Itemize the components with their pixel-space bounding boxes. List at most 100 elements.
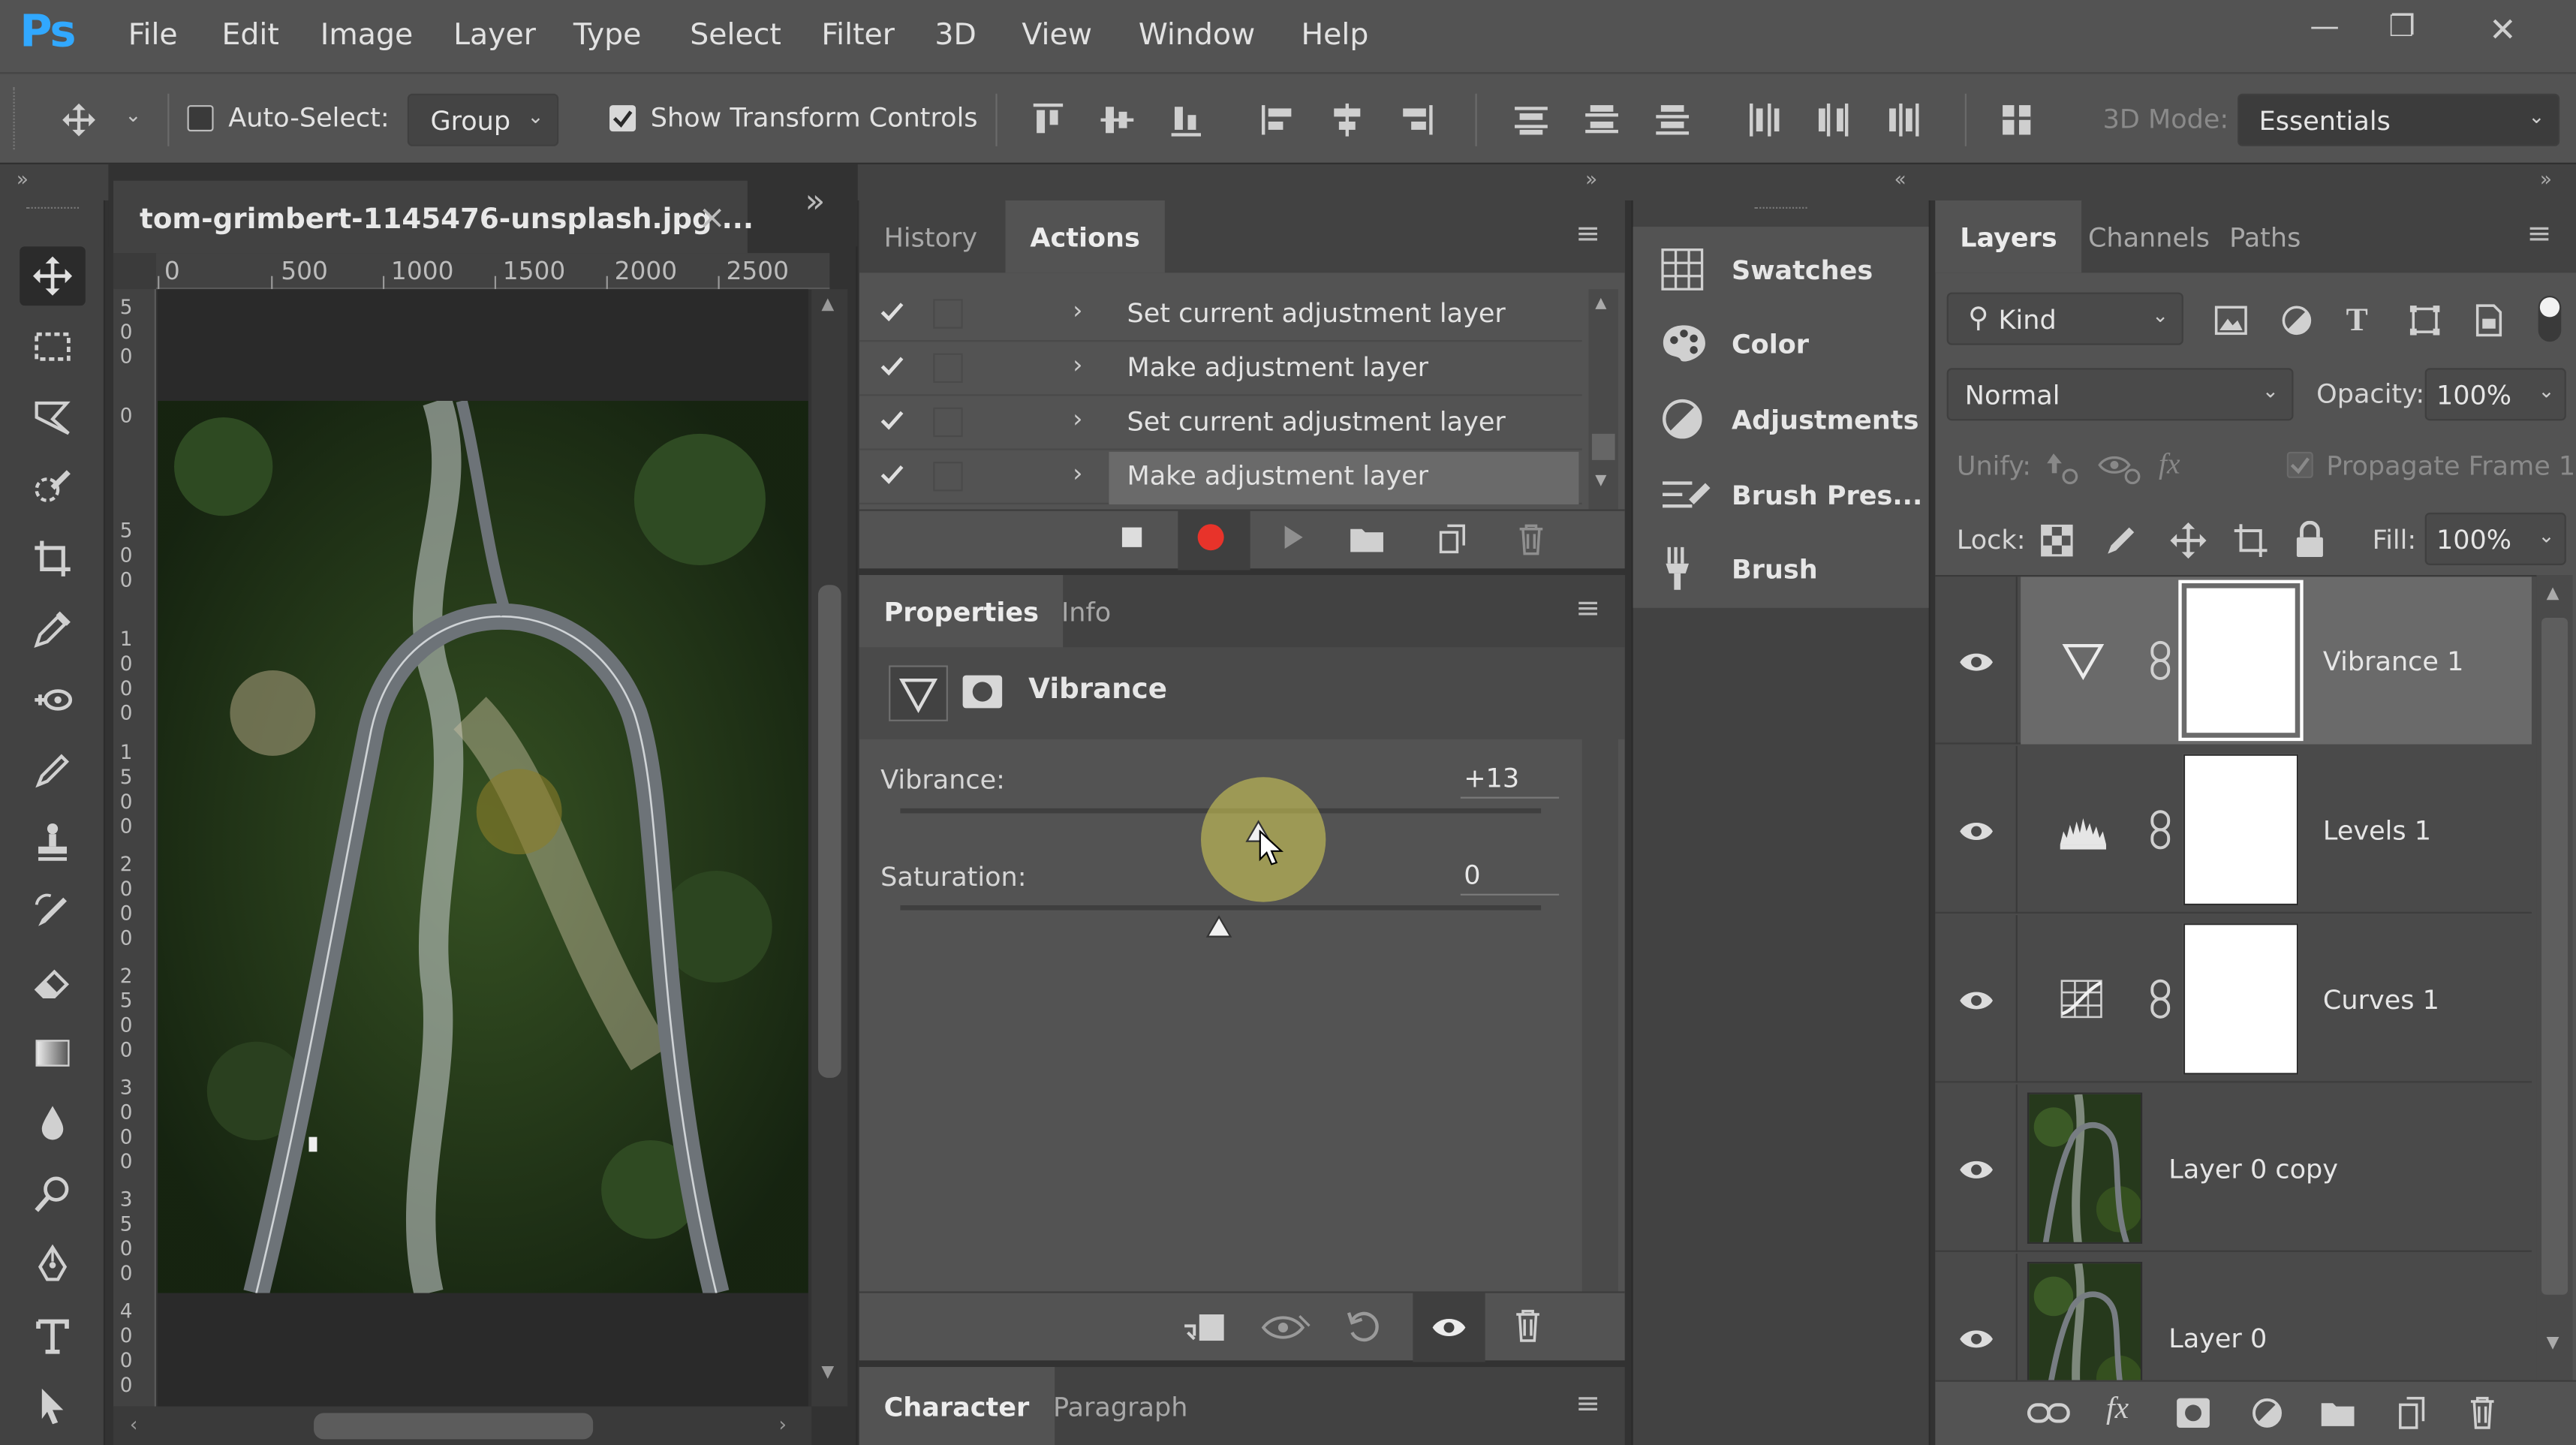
pen-tool-icon[interactable] (20, 1236, 86, 1295)
type-tool-icon[interactable] (20, 1306, 86, 1365)
menu-edit[interactable]: Edit (221, 18, 278, 53)
layer-thumbnail[interactable] (2027, 1261, 2143, 1380)
path-selection-tool-icon[interactable] (20, 1377, 86, 1436)
filter-adjustment-icon[interactable] (2280, 304, 2313, 337)
tab-character[interactable]: Character (859, 1367, 1055, 1445)
workspace-dropdown[interactable]: Essentials ⌄ (2237, 93, 2560, 146)
tab-layers[interactable]: Layers (1935, 200, 2082, 273)
panel-menu-icon[interactable]: ≡ (1575, 1386, 1600, 1421)
clip-to-layer-icon[interactable] (1181, 1309, 1227, 1345)
dialog-toggle[interactable] (933, 462, 963, 492)
marquee-tool-icon[interactable] (20, 317, 86, 376)
align-top-icon[interactable] (1028, 101, 1068, 140)
lock-position-icon[interactable] (2168, 521, 2208, 561)
menu-type[interactable]: Type (573, 18, 641, 53)
align-horizontal-center-icon[interactable] (1328, 101, 1368, 140)
horizontal-scrollbar[interactable]: ‹ › (113, 1406, 812, 1445)
chevron-right-icon[interactable]: › (1073, 404, 1082, 433)
blend-mode-dropdown[interactable]: Normal ⌄ (1946, 368, 2294, 421)
menu-file[interactable]: File (128, 18, 178, 53)
add-mask-icon[interactable] (2175, 1396, 2211, 1429)
minimize-button[interactable]: — (2310, 10, 2339, 44)
crop-tool-icon[interactable] (20, 529, 86, 589)
layer-mask-thumbnail[interactable] (2183, 923, 2299, 1075)
eye-icon[interactable] (1958, 1326, 1994, 1352)
opacity-field[interactable]: 100% ⌄ (2424, 368, 2566, 421)
dodge-tool-icon[interactable] (20, 1165, 86, 1224)
distribute-vertical-center-icon[interactable] (1582, 101, 1622, 140)
saturation-slider-thumb[interactable] (1204, 914, 1233, 943)
vibrance-value-field[interactable]: +13 (1460, 752, 1560, 799)
filter-shape-icon[interactable] (2409, 304, 2442, 337)
eraser-tool-icon[interactable] (20, 953, 86, 1012)
saturation-value-field[interactable]: 0 (1460, 850, 1560, 896)
layer-mask-thumbnail[interactable] (2183, 754, 2299, 906)
lock-image-pixels-icon[interactable] (2103, 522, 2139, 558)
lasso-tool-icon[interactable] (20, 388, 86, 447)
lock-all-icon[interactable] (2294, 520, 2327, 561)
tab-paragraph[interactable]: Paragraph (1028, 1367, 1212, 1445)
layer-style-icon[interactable]: fx (2106, 1392, 2129, 1428)
lock-artboard-icon[interactable] (2231, 521, 2271, 561)
collapse-right-icon[interactable]: » (2540, 167, 2552, 191)
panel-menu-icon[interactable]: ≡ (2526, 217, 2551, 251)
fill-field[interactable]: 100% ⌄ (2424, 512, 2566, 565)
trash-icon[interactable] (1513, 1308, 1542, 1344)
tab-actions[interactable]: Actions (1005, 200, 1165, 273)
clone-stamp-tool-icon[interactable] (20, 811, 86, 871)
folder-icon[interactable] (1349, 524, 1385, 553)
tab-history[interactable]: History (859, 200, 1002, 272)
layer-row-levels-1[interactable]: Levels 1 (1935, 745, 2532, 914)
chain-link-icon[interactable] (2149, 977, 2172, 1020)
eye-icon[interactable] (1958, 1157, 1994, 1183)
chevron-right-icon[interactable]: › (1073, 459, 1082, 488)
eye-icon[interactable] (1958, 649, 1994, 676)
layer-row-layer-0[interactable]: Layer 0 (1935, 1254, 2532, 1380)
check-icon[interactable] (879, 354, 905, 380)
new-group-icon[interactable] (2320, 1398, 2356, 1428)
menu-layer[interactable]: Layer (453, 18, 536, 53)
layer-row-layer-0-copy[interactable]: Layer 0 copy (1935, 1084, 2532, 1252)
canvas-image[interactable] (158, 401, 808, 1293)
canvas-area[interactable] (158, 289, 808, 1407)
healing-brush-tool-icon[interactable] (20, 670, 86, 730)
dialog-toggle[interactable] (933, 353, 963, 383)
restore-button[interactable]: ❐ (2388, 10, 2415, 44)
scroll-thumb[interactable] (2541, 617, 2568, 1295)
filter-pixel-icon[interactable] (2214, 306, 2247, 336)
scroll-thumb[interactable] (314, 1413, 594, 1440)
list-item[interactable]: › Make adjustment layer (859, 343, 1582, 396)
menu-window[interactable]: Window (1139, 18, 1255, 53)
scroll-thumb[interactable] (1591, 433, 1615, 460)
menu-filter[interactable]: Filter (821, 18, 895, 53)
play-icon[interactable] (1280, 524, 1306, 550)
expand-toolbar-icon[interactable]: » (17, 167, 29, 191)
vertical-scrollbar[interactable]: ▲ ▼ (811, 289, 848, 1407)
layers-scrollbar[interactable]: ▲ ▼ (2536, 575, 2573, 1380)
scroll-left-icon[interactable]: ‹ (130, 1413, 138, 1436)
panel-menu-icon[interactable]: ≡ (1575, 217, 1600, 251)
scroll-up-icon[interactable]: ▲ (821, 296, 834, 314)
properties-scrollbar[interactable] (1581, 739, 1618, 1292)
scroll-thumb[interactable] (818, 585, 841, 1078)
actions-scrollbar[interactable]: ▲ ▼ (1588, 289, 1618, 510)
dialog-toggle[interactable] (933, 299, 963, 329)
layer-row-curves-1[interactable]: Curves 1 (1935, 915, 2532, 1083)
document-tab[interactable]: tom-grimbert-1145476-unsplash.jpg ... × (113, 180, 754, 254)
unify-style-icon[interactable]: fx (2159, 447, 2180, 481)
scroll-right-icon[interactable]: › (778, 1413, 787, 1436)
brush-presets-panel-button[interactable]: Brush Pres... (1660, 465, 1922, 524)
check-icon[interactable] (879, 408, 905, 434)
expand-panels-icon[interactable]: « (1894, 167, 1906, 191)
distribute-bottom-icon[interactable] (1653, 101, 1693, 140)
chain-link-icon[interactable] (2149, 808, 2172, 851)
gradient-tool-icon[interactable] (20, 1024, 86, 1083)
show-transform-checkbox[interactable] (609, 105, 636, 132)
move-tool-icon[interactable] (20, 246, 86, 306)
scroll-up-icon[interactable]: ▲ (2547, 585, 2559, 603)
auto-select-target-dropdown[interactable]: Group ⌄ (407, 93, 559, 146)
scroll-down-icon[interactable]: ▼ (821, 1364, 834, 1382)
trash-icon[interactable] (1516, 522, 1545, 555)
chevron-right-icon[interactable]: › (1073, 350, 1082, 379)
filter-toggle-switch[interactable] (2538, 295, 2562, 342)
